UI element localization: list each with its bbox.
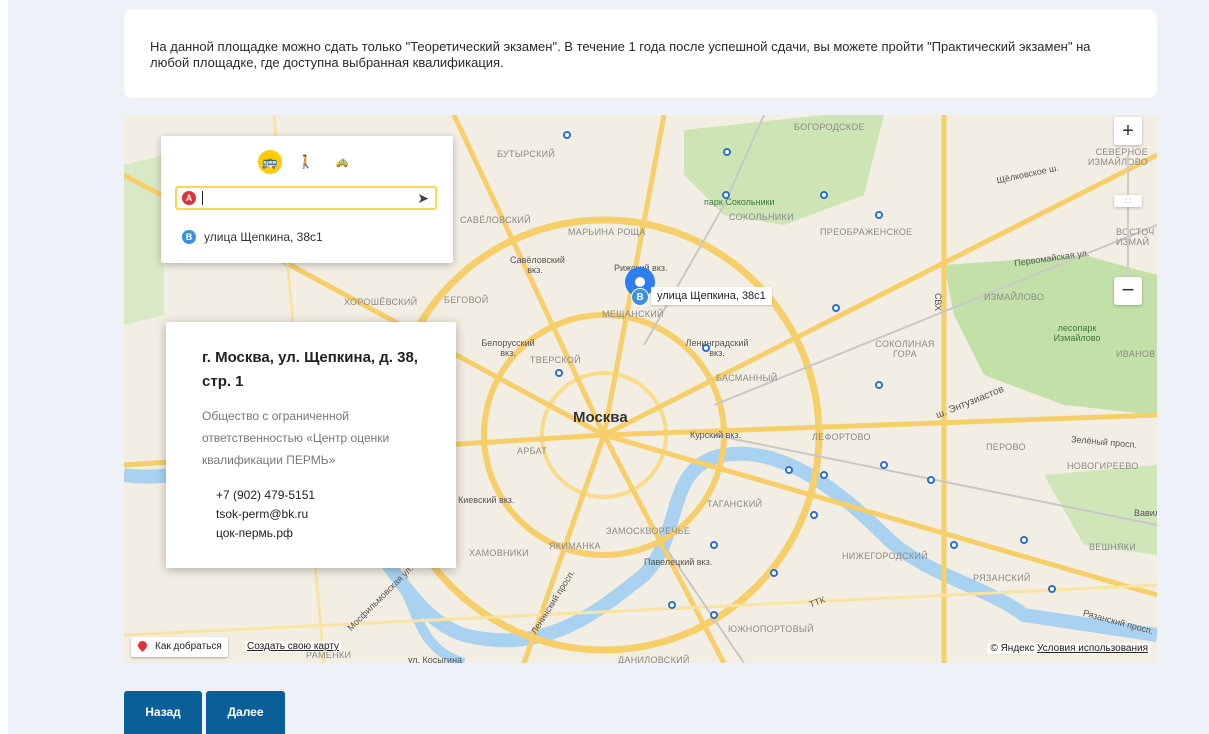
route-from-input[interactable]: A ➤: [175, 186, 437, 210]
copyright-text: © Яндекс: [990, 643, 1035, 654]
map-label-district: МЕЩАНСКИЙ: [602, 309, 664, 319]
map-label-district: БЕГОВОЙ: [444, 295, 489, 305]
marker-b-badge: B: [631, 288, 649, 306]
directions-label: Как добраться: [155, 641, 222, 652]
zoom-slider-handle[interactable]: :::: [1114, 195, 1142, 207]
marker-label[interactable]: улица Щепкина, 38с1: [651, 287, 772, 305]
map-label-district: ТАГАНСКИЙ: [707, 499, 763, 509]
locate-arrow-icon[interactable]: ➤: [417, 190, 429, 207]
zoom-out-button[interactable]: −: [1114, 277, 1142, 305]
map-copyright: © Яндекс Условия использования: [987, 643, 1151, 654]
venue-address-title: г. Москва, ул. Щепкина, д. 38, стр. 1: [202, 349, 418, 390]
point-a-badge: A: [182, 191, 196, 205]
map-label-poi: Ленинградский вкз.: [685, 338, 749, 358]
venue-phone: +7 (902) 479-5151: [216, 488, 316, 502]
map-label-district: ЮЖНОПОРТОВЫЙ: [728, 624, 814, 634]
map-label-district: ВОСТОЧ ИЗМАЙ: [1116, 227, 1155, 247]
map-label-district: ИЗМАЙЛОВО: [984, 292, 1045, 302]
map-label-district: ИВАНОВ: [1116, 349, 1156, 359]
map-label-district: ПЕРОВО: [986, 442, 1026, 452]
map-label-poi: Курский вкз.: [690, 430, 742, 440]
map-label-district: БАСМАННЫЙ: [716, 373, 778, 383]
map-label-district: ДАНИЛОВСКИЙ: [618, 655, 690, 663]
map-label-street: Вавилова: [1134, 508, 1157, 518]
map-label-district: СОКОЛЬНИКИ: [729, 212, 794, 222]
map-label-district: ВЕШНЯКИ: [1089, 542, 1137, 552]
route-panel: 🚌 🚶 🚕 A ➤ B улица Щепкина, 38с1: [161, 136, 453, 263]
exam-notice: На данной площадке можно сдать только "Т…: [124, 10, 1157, 98]
map-label-district: СЕВЕРНОЕ ИЗМАЙЛОВО: [1087, 147, 1148, 167]
map-label-district: НОВОГИРЕЕВО: [1067, 461, 1139, 471]
point-b-badge: B: [182, 230, 196, 244]
map-label-street: ул. Косыгина: [408, 655, 463, 663]
zoom-slider-track[interactable]: [1127, 155, 1129, 280]
map-pin-icon: [136, 639, 149, 652]
text-caret: [202, 191, 203, 205]
terms-link[interactable]: Условия использования: [1037, 643, 1148, 654]
map-label-district: САВЁЛОВСКИЙ: [460, 215, 531, 225]
map-label-poi: лесопарк Измайлово: [1053, 323, 1101, 343]
map-label-district: ЛЕФОРТОВО: [812, 432, 871, 442]
next-button[interactable]: Далее: [206, 691, 285, 734]
exam-notice-text: На данной площадке можно сдать только "Т…: [150, 39, 1091, 70]
back-button[interactable]: Назад: [124, 691, 202, 734]
create-map-link[interactable]: Создать свою карту: [245, 641, 342, 652]
zoom-in-button[interactable]: +: [1114, 117, 1142, 145]
venue-email[interactable]: tsok-perm@bk.ru: [216, 505, 315, 524]
map-label-poi: Киевский вкз.: [458, 495, 515, 505]
map-label-district: РЯЗАНСКИЙ: [973, 573, 1031, 583]
map-label-poi: Белорусский вкз.: [481, 338, 535, 358]
map-label-poi: Савёловский вкз.: [510, 255, 565, 275]
map-label-district: НИЖЕГОРОДСКИЙ: [842, 551, 928, 561]
directions-button[interactable]: Как добраться: [131, 637, 228, 657]
map-label-district: СОКОЛИНАЯ ГОРА: [875, 339, 935, 359]
venue-organization: Общество с ограниченной ответственностью…: [202, 409, 390, 467]
map-label-district: ЯКИМАНКА: [549, 541, 601, 551]
map-label-poi: Павелецкий вкз.: [644, 557, 713, 567]
bus-icon[interactable]: 🚌: [258, 150, 282, 174]
map-label-district: АРБАТ: [517, 446, 548, 456]
map-label-district: БУТЫРСКИЙ: [497, 149, 556, 159]
route-to-address[interactable]: улица Щепкина, 38с1: [204, 230, 323, 244]
yandex-map[interactable]: Москва БОГОРОДСКОЕ БУТЫРСКИЙ МАРЬИНА РОЩ…: [124, 115, 1157, 663]
map-label-district: БОГОРОДСКОЕ: [794, 122, 865, 132]
map-label-district: ХАМОВНИКИ: [469, 548, 529, 558]
map-label-moscow: Москва: [573, 409, 628, 426]
map-label-poi: парк Сокольники: [704, 197, 775, 207]
venue-info-card: г. Москва, ул. Щепкина, д. 38, стр. 1 Об…: [166, 322, 456, 568]
left-edge-strip: [0, 0, 8, 734]
map-label-district: ХОРОШЁВСКИЙ: [344, 297, 418, 307]
venue-contacts: +7 (902) 479-5151 tsok-perm@bk.ru цок-пе…: [216, 486, 315, 543]
map-label-district: ЗАМОСКВОРЕЧЬЕ: [606, 526, 691, 536]
map-label-district: ПРЕОБРАЖЕНСКОЕ: [820, 227, 913, 237]
map-label-street: СВХ: [933, 292, 944, 312]
walking-icon[interactable]: 🚶: [294, 150, 318, 174]
marker-dot: [635, 277, 645, 287]
map-label-district: МАРЬИНА РОЩА: [568, 227, 646, 237]
venue-website[interactable]: цок-пермь.рф: [216, 524, 315, 543]
taxi-icon[interactable]: 🚕: [330, 150, 354, 174]
